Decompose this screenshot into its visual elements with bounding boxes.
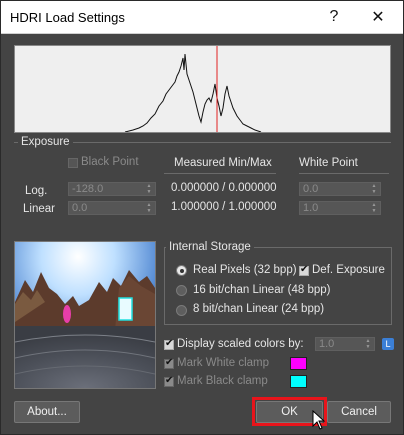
- linear-white-point-value: 1.0: [303, 202, 319, 214]
- linear-black-point-spinner[interactable]: 0.0 ▲ ▼: [68, 201, 156, 215]
- histogram-graph: [124, 46, 262, 132]
- black-point-label: Black Point: [81, 156, 139, 168]
- help-button[interactable]: ?: [313, 1, 355, 33]
- title-bar: HDRI Load Settings ? ✕: [1, 1, 403, 34]
- def-exposure-checkbox[interactable]: [299, 264, 309, 276]
- linear-measured-minmax: 1.000000 / 1.000000: [171, 201, 277, 213]
- close-button[interactable]: ✕: [357, 1, 399, 33]
- mark-white-clamp-label: Mark White clamp: [177, 357, 270, 369]
- cancel-button[interactable]: Cancel: [327, 401, 391, 423]
- spinner-arrows-icon[interactable]: ▲ ▼: [145, 202, 153, 214]
- exposure-group-label: Exposure: [18, 136, 73, 148]
- spinner-arrows-icon[interactable]: ▲ ▼: [364, 338, 372, 350]
- log-white-point-spinner[interactable]: 0.0 ▲ ▼: [299, 182, 381, 196]
- measured-minmax-header: Measured Min/Max: [174, 157, 272, 169]
- black-point-checkbox[interactable]: [68, 158, 78, 168]
- display-scaled-colors-label: Display scaled colors by:: [177, 338, 304, 350]
- black-clamp-color-swatch[interactable]: [290, 375, 307, 388]
- log-white-point-value: 0.0: [303, 183, 319, 195]
- panorama-thumbnail: [15, 242, 155, 388]
- mark-black-clamp-checkbox[interactable]: [164, 375, 174, 387]
- internal-storage-label: Internal Storage: [166, 241, 254, 253]
- histogram-panel: [14, 45, 391, 133]
- log-black-point-spinner[interactable]: -128.0 ▲ ▼: [68, 182, 156, 196]
- radio-16bit-linear[interactable]: [176, 285, 187, 296]
- log-measured-minmax: 0.000000 / 0.000000: [171, 182, 277, 194]
- white-clamp-color-swatch[interactable]: [290, 357, 307, 370]
- hdri-load-settings-dialog: HDRI Load Settings ? ✕ Exposure Black Po…: [0, 0, 404, 435]
- about-button[interactable]: About...: [14, 401, 80, 423]
- linear-white-point-spinner[interactable]: 1.0 ▲ ▼: [299, 201, 381, 215]
- measured-header-underline: [164, 173, 276, 174]
- mark-white-clamp-checkbox[interactable]: [164, 357, 174, 369]
- scale-value: 1.0: [319, 338, 335, 350]
- window-title: HDRI Load Settings: [10, 10, 125, 25]
- 8bit-linear-label: 8 bit/chan Linear (24 bpp): [193, 303, 325, 315]
- def-exposure-label: Def. Exposure: [312, 264, 385, 276]
- scale-value-spinner[interactable]: 1.0 ▲ ▼: [315, 337, 375, 351]
- 16bit-linear-label: 16 bit/chan Linear (48 bpp): [193, 284, 331, 296]
- hdri-preview-image: [14, 241, 156, 389]
- spinner-arrows-icon[interactable]: ▲ ▼: [145, 183, 153, 195]
- spinner-arrows-icon[interactable]: ▲ ▼: [370, 183, 378, 195]
- display-scaled-colors-checkbox[interactable]: [164, 338, 174, 350]
- spinner-arrows-icon[interactable]: ▲ ▼: [370, 202, 378, 214]
- real-pixels-label: Real Pixels (32 bpp): [193, 264, 297, 276]
- histogram-curve: [124, 53, 262, 132]
- white-point-header: White Point: [299, 157, 358, 169]
- linear-row-label: Linear: [23, 203, 55, 215]
- radio-8bit-linear[interactable]: [176, 305, 187, 316]
- lock-button[interactable]: L: [382, 338, 394, 350]
- white-point-header-underline: [299, 173, 389, 174]
- mark-black-clamp-label: Mark Black clamp: [177, 375, 268, 387]
- linear-black-point-value: 0.0: [72, 202, 88, 214]
- radio-real-pixels[interactable]: [176, 265, 187, 276]
- log-row-label: Log.: [25, 185, 48, 197]
- pointer-cursor-icon: [312, 410, 326, 430]
- log-black-point-value: -128.0: [72, 183, 104, 195]
